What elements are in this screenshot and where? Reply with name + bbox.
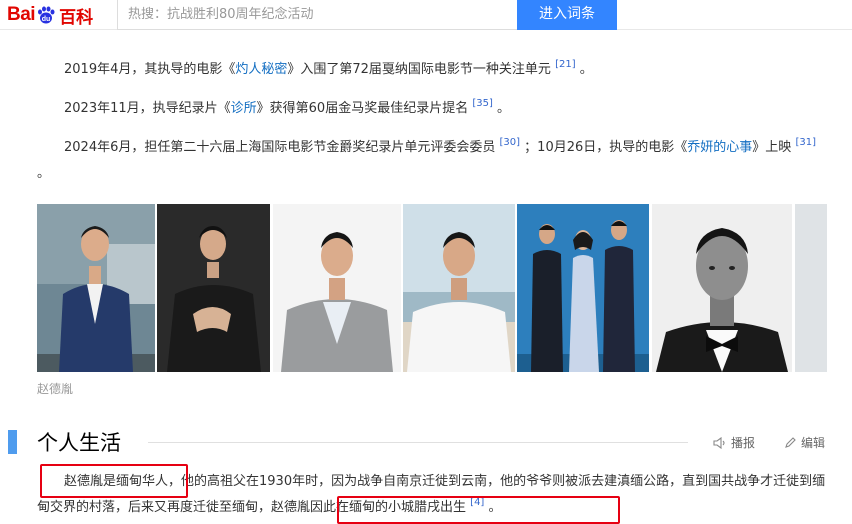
para-text: 2023年11月，执导纪录片《 <box>64 101 231 116</box>
gallery-photo[interactable] <box>652 204 792 372</box>
enter-entry-button[interactable]: 进入词条 <box>517 0 617 30</box>
gallery-photo[interactable] <box>403 204 515 372</box>
logo-text-bai: Bai <box>7 4 36 25</box>
film-link-zhensuo[interactable]: 诊所 <box>231 101 257 116</box>
gallery-photo[interactable] <box>37 204 155 372</box>
highlight-box <box>337 496 620 524</box>
logo-text-baike: 百科 <box>59 7 94 28</box>
photo-gallery[interactable] <box>37 204 827 372</box>
para-text: 2024年6月，担任第二十六届上海国际电影节金爵奖纪录片单元评委会委员 <box>64 140 496 155</box>
reference-link[interactable]: [21] <box>555 59 576 70</box>
edit-button[interactable]: 编辑 <box>784 434 825 451</box>
para-text: 2019年4月，其执导的电影《 <box>64 62 236 77</box>
paw-icon: du <box>38 6 55 24</box>
section-divider <box>148 442 688 443</box>
career-paragraph-2019: 2019年4月，其执导的电影《灼人秘密》入围了第72届戛纳国际电影节一种关注单元… <box>37 57 827 83</box>
reference-link[interactable]: [31] <box>795 137 816 148</box>
gallery-photo[interactable] <box>273 204 401 372</box>
gallery-photo[interactable] <box>795 204 827 372</box>
edit-label: 编辑 <box>801 436 826 450</box>
career-paragraph-2023: 2023年11月，执导纪录片《诊所》获得第60届金马奖最佳纪录片提名 [35] … <box>37 96 827 122</box>
pencil-icon <box>785 437 796 448</box>
section-title: 个人生活 <box>37 431 121 455</box>
play-audio-button[interactable]: 播报 <box>713 434 755 451</box>
gallery-caption: 赵德胤 <box>37 382 74 396</box>
section-accent-bar <box>8 430 17 454</box>
para-text: 。 <box>497 101 511 116</box>
logo-text-du: du <box>42 16 51 23</box>
reference-link[interactable]: [30] <box>500 137 521 148</box>
gallery-photo[interactable] <box>157 204 270 372</box>
highlight-box <box>40 464 188 498</box>
top-bar: Bai du 百科 热搜：抗战胜利80周年纪念活动 进入词条 <box>0 0 852 30</box>
para-text: 。 <box>37 166 51 181</box>
search-input[interactable]: 热搜：抗战胜利80周年纪念活动 <box>117 0 517 30</box>
film-link-qiaoyan[interactable]: 乔妍的心事 <box>687 140 752 155</box>
para-text: ；10月26日，执导的电影《 <box>524 140 688 155</box>
reference-link[interactable]: [35] <box>472 98 493 109</box>
play-label: 播报 <box>731 436 756 450</box>
career-paragraph-2024: 2024年6月，担任第二十六届上海国际电影节金爵奖纪录片单元评委会委员 [30]… <box>37 135 827 187</box>
para-text: 》上映 <box>752 140 792 155</box>
para-text: 》入围了第72届戛纳国际电影节一种关注单元 <box>287 62 551 77</box>
para-text: 》获得第60届金马奖最佳纪录片提名 <box>256 101 469 116</box>
gallery-photo[interactable] <box>517 204 649 372</box>
para-text: 。 <box>579 62 593 77</box>
speaker-icon <box>713 436 725 449</box>
baidu-baike-logo[interactable]: Bai du 百科 <box>7 4 94 28</box>
film-link-zhuoren-mimi[interactable]: 灼人秘密 <box>235 62 287 77</box>
